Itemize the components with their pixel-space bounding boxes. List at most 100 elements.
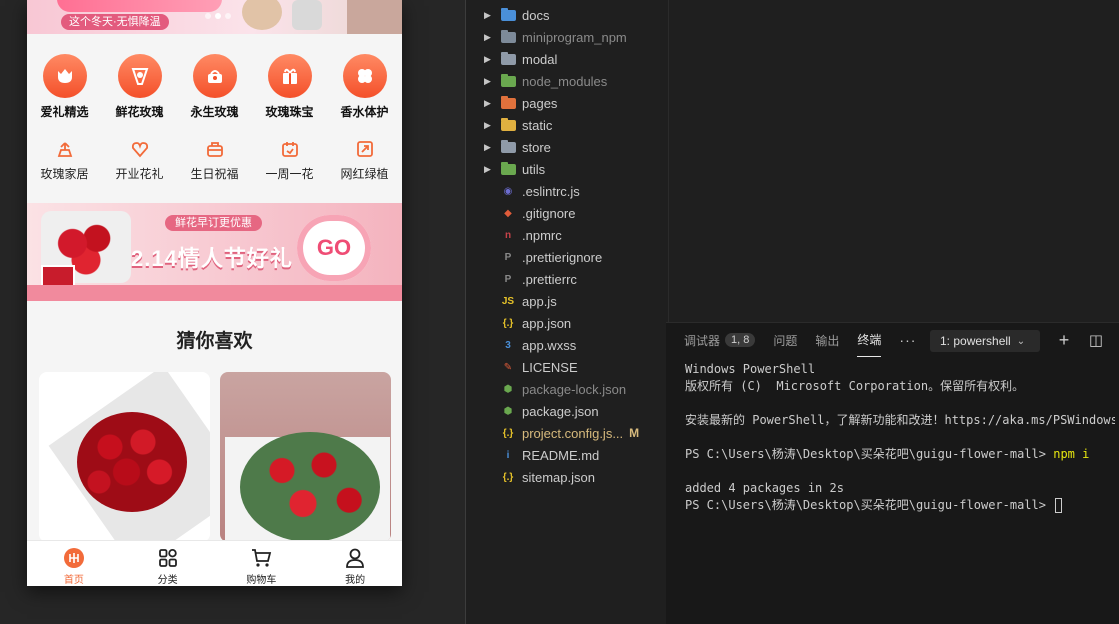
more-icon[interactable]: ··· bbox=[899, 332, 916, 348]
folder-icon bbox=[500, 161, 516, 176]
category-item[interactable]: 爱礼精选 bbox=[30, 44, 100, 120]
folder-shape bbox=[500, 117, 516, 131]
explorer-file[interactable]: JS app.js bbox=[466, 290, 666, 312]
editor-divider bbox=[668, 0, 669, 322]
sub-category-label: 开业花礼 bbox=[115, 167, 164, 181]
file-type-icon: P bbox=[504, 273, 512, 285]
folder-icon bbox=[500, 139, 516, 154]
explorer-file[interactable]: ⬢ package.json bbox=[466, 400, 666, 422]
chevron-right-icon[interactable]: ▶ bbox=[484, 142, 494, 153]
explorer-item-label: package.json bbox=[522, 403, 599, 419]
file-type-icon: n bbox=[504, 229, 512, 241]
explorer-folder[interactable]: ▶ miniprogram_npm bbox=[466, 26, 666, 48]
explorer-folder[interactable]: ▶ utils bbox=[466, 158, 666, 180]
tab-debugger[interactable]: 调试器 1, 8 bbox=[684, 323, 756, 357]
heart-flower-icon bbox=[128, 137, 152, 161]
tab-problems[interactable]: 问题 bbox=[773, 323, 797, 357]
shell-selector-label: 1: powershell bbox=[940, 334, 1011, 348]
tab-mine[interactable]: 我的 bbox=[308, 541, 402, 586]
shell-selector[interactable]: 1: powershell ⌄ bbox=[930, 330, 1040, 352]
category-label: 香水体护 bbox=[340, 105, 389, 119]
section-title: 猜你喜欢 bbox=[176, 331, 253, 352]
sub-category-item[interactable]: 网红绿植 bbox=[330, 132, 400, 184]
chevron-right-icon[interactable]: ▶ bbox=[484, 10, 494, 21]
chevron-right-icon[interactable]: ▶ bbox=[484, 98, 494, 109]
terminal-output[interactable]: Windows PowerShell 版权所有 (C) Microsoft Co… bbox=[685, 361, 1115, 514]
chevron-right-icon[interactable]: ▶ bbox=[484, 32, 494, 43]
chevron-right-icon[interactable]: ▶ bbox=[484, 120, 494, 131]
sub-category-label: 一周一花 bbox=[265, 167, 314, 181]
sub-category-item[interactable]: 玫瑰家居 bbox=[30, 132, 100, 184]
explorer-file[interactable]: n .npmrc bbox=[466, 224, 666, 246]
category-item[interactable]: 鲜花玫瑰 bbox=[105, 44, 175, 120]
explorer-folder[interactable]: ▶ modal bbox=[466, 48, 666, 70]
file-type-icon: JS bbox=[501, 295, 515, 307]
bouquet-icon bbox=[117, 54, 162, 98]
promo-go-button[interactable]: GO bbox=[297, 215, 371, 281]
product-card[interactable] bbox=[220, 372, 391, 542]
banner-dot[interactable] bbox=[225, 13, 231, 19]
category-item[interactable]: 玫瑰珠宝 bbox=[255, 44, 325, 120]
tab-cart[interactable]: 购物车 bbox=[215, 541, 309, 586]
explorer-file[interactable]: P .prettierignore bbox=[466, 246, 666, 268]
explorer-file[interactable]: P .prettierrc bbox=[466, 268, 666, 290]
folder-icon bbox=[500, 117, 516, 132]
sub-category-label: 生日祝福 bbox=[190, 167, 239, 181]
explorer-folder[interactable]: ▶ node_modules bbox=[466, 70, 666, 92]
explorer-folder[interactable]: ▶ docs bbox=[466, 4, 666, 26]
main-categories: 爱礼精选 鲜花玫瑰 永生玫瑰 玫瑰珠宝 香水体护 bbox=[27, 44, 402, 120]
sub-categories: 玫瑰家居 开业花礼 生日祝福 一周一花 网红绿植 bbox=[27, 132, 402, 184]
sub-category-label: 网红绿植 bbox=[340, 167, 389, 181]
debugger-badge: 1, 8 bbox=[725, 333, 756, 347]
explorer-item-label: sitemap.json bbox=[522, 469, 595, 485]
product-card[interactable] bbox=[39, 372, 210, 542]
explorer-file[interactable]: i README.md bbox=[466, 444, 666, 466]
chevron-right-icon[interactable]: ▶ bbox=[484, 76, 494, 87]
banner-title-graphic bbox=[57, 0, 222, 12]
banner-dot-active[interactable] bbox=[215, 13, 221, 19]
explorer-folder[interactable]: ▶ pages bbox=[466, 92, 666, 114]
banner-dot[interactable] bbox=[205, 13, 211, 19]
explorer-file[interactable]: ✎ LICENSE bbox=[466, 356, 666, 378]
split-terminal-icon[interactable]: ◫ bbox=[1086, 330, 1106, 350]
explorer-item-label: .eslintrc.js bbox=[522, 183, 580, 199]
top-banner[interactable]: 这个冬天·无惧降温 bbox=[27, 0, 402, 34]
sub-category-item[interactable]: 一周一花 bbox=[255, 132, 325, 184]
category-item[interactable]: 香水体护 bbox=[330, 44, 400, 120]
sub-category-item[interactable]: 生日祝福 bbox=[180, 132, 250, 184]
explorer-file[interactable]: {.} sitemap.json bbox=[466, 466, 666, 488]
explorer-item-label: .prettierrc bbox=[522, 271, 577, 287]
explorer-file[interactable]: ⬢ package-lock.json bbox=[466, 378, 666, 400]
terminal-command-line: PS C:\Users\杨涛\Desktop\买朵花吧\guigu-flower… bbox=[685, 446, 1115, 463]
explorer-folder[interactable]: ▶ store bbox=[466, 136, 666, 158]
explorer-item-label: app.json bbox=[522, 315, 572, 331]
tab-category[interactable]: 分类 bbox=[121, 541, 215, 586]
house-plant-icon bbox=[53, 137, 77, 161]
sub-category-item[interactable]: 开业花礼 bbox=[105, 132, 175, 184]
terminal-line: 安装最新的 PowerShell，了解新功能和改进！https://aka.ms… bbox=[685, 413, 1115, 427]
explorer-file[interactable]: ◆ .gitignore bbox=[466, 202, 666, 224]
category-item[interactable]: 永生玫瑰 bbox=[180, 44, 250, 120]
explorer-folder[interactable]: ▶ static bbox=[466, 114, 666, 136]
promo-stage bbox=[27, 285, 402, 301]
folder-shape bbox=[500, 161, 516, 175]
category-label: 爱礼精选 bbox=[40, 105, 89, 119]
file-type-icon: ◉ bbox=[503, 185, 513, 197]
chevron-right-icon[interactable]: ▶ bbox=[484, 164, 494, 175]
tab-home[interactable]: 首页 bbox=[27, 541, 121, 586]
banner-slogan: 这个冬天·无惧降温 bbox=[61, 14, 169, 30]
tab-terminal[interactable]: 终端 bbox=[857, 323, 882, 357]
promo-headline: 2.14情人节好礼 bbox=[131, 246, 293, 271]
valentine-promo-banner[interactable]: 鲜花早订更优惠 2.14情人节好礼 GO bbox=[27, 203, 402, 301]
add-terminal-icon[interactable]: + bbox=[1054, 330, 1074, 350]
explorer-file[interactable]: 3 app.wxss bbox=[466, 334, 666, 356]
explorer-file[interactable]: ◉ .eslintrc.js bbox=[466, 180, 666, 202]
tab-output[interactable]: 输出 bbox=[815, 323, 839, 357]
explorer-file[interactable]: {.} app.json bbox=[466, 312, 666, 334]
chevron-right-icon[interactable]: ▶ bbox=[484, 54, 494, 65]
explorer-file[interactable]: {.} project.config.js... M bbox=[466, 422, 666, 444]
banner-indicator[interactable] bbox=[205, 13, 231, 19]
folder-shape bbox=[500, 95, 516, 109]
folder-shape bbox=[500, 29, 516, 43]
terminal-cursor bbox=[1055, 498, 1063, 513]
